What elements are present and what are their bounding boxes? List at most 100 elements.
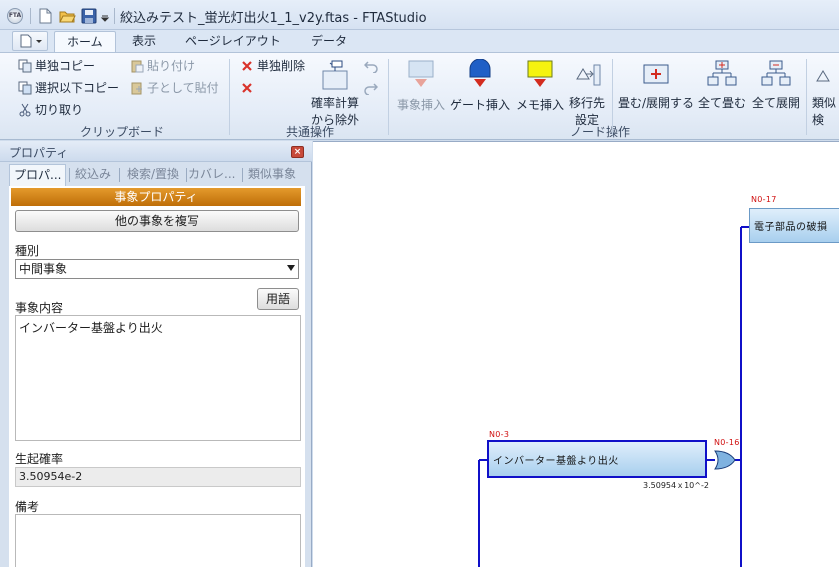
fold-all-button[interactable]: 全て畳む bbox=[696, 59, 748, 111]
glossary-button[interactable]: 用語 bbox=[257, 288, 299, 310]
file-menu-button[interactable] bbox=[12, 31, 48, 51]
qat-separator bbox=[30, 8, 31, 24]
chevron-down-icon bbox=[287, 265, 295, 271]
tab-separator bbox=[242, 168, 243, 182]
exclude-calc-icon bbox=[322, 60, 348, 90]
copy-other-event-button[interactable]: 他の事象を複写 bbox=[15, 210, 299, 232]
set-target-label-1: 移行先 bbox=[568, 96, 605, 110]
insert-event-label: 事象挿入 bbox=[396, 98, 445, 112]
node-id-label: N0-17 bbox=[751, 195, 777, 204]
common-group-label: 共通操作 bbox=[286, 125, 335, 139]
cut-label: 切り取り bbox=[35, 103, 84, 117]
paste-child-icon bbox=[131, 82, 142, 94]
insert-memo-button[interactable]: メモ挿入 bbox=[514, 59, 566, 113]
expand-all-label: 全て展開 bbox=[751, 96, 800, 110]
tab-view[interactable]: 表示 bbox=[120, 31, 168, 52]
insert-event-button[interactable]: 事象挿入 bbox=[396, 59, 446, 113]
file-menu-icon bbox=[20, 34, 42, 48]
fold-expand-icon bbox=[643, 64, 669, 84]
save-icon[interactable] bbox=[80, 7, 98, 25]
paste-icon bbox=[131, 60, 144, 72]
event-probability: 3.50954ｘ10^-2 bbox=[643, 481, 709, 490]
properties-pane: プロパティ × プロパ... 絞込み 検索/置換 カバレ... 類似事象 事象プ… bbox=[0, 141, 312, 567]
exclude-calc-label-1: 確率計算 bbox=[310, 96, 359, 110]
delete-icon bbox=[242, 60, 252, 71]
transfer-target-icon bbox=[576, 64, 601, 86]
tab-filter[interactable]: 絞込み bbox=[71, 164, 115, 186]
fold-expand-button[interactable]: 畳む/展開する bbox=[616, 59, 696, 111]
fold-all-icon bbox=[707, 60, 737, 86]
title-bar: FTA 絞込みテスト_蛍光灯出火1_1_v2y.ftas - FTAStudio bbox=[0, 0, 839, 30]
group-separator bbox=[229, 59, 230, 135]
connector-lines bbox=[478, 226, 749, 567]
insert-event-icon bbox=[408, 60, 434, 87]
similar-events-button[interactable]: 類似 検 bbox=[812, 59, 839, 128]
event-node-label: 電子部品の破損 bbox=[754, 222, 828, 233]
tab-home[interactable]: ホーム bbox=[54, 31, 116, 52]
insert-memo-label: メモ挿入 bbox=[515, 98, 564, 112]
open-folder-icon[interactable] bbox=[58, 7, 76, 25]
tab-search-replace[interactable]: 検索/置換 bbox=[123, 164, 183, 186]
event-node-label: インバーター基盤より出火 bbox=[493, 455, 619, 467]
group-separator bbox=[806, 59, 807, 135]
event-content-field[interactable]: インバーター基盤より出火 bbox=[15, 315, 301, 441]
node-id-label: N0-16 bbox=[714, 438, 740, 447]
properties-tabs: プロパ... 絞込み 検索/置換 カバレ... 類似事象 bbox=[9, 164, 305, 186]
remarks-label: 備考 bbox=[15, 500, 40, 514]
node-group-label: ノード操作 bbox=[570, 125, 631, 139]
event-type-value: 中間事象 bbox=[19, 262, 68, 276]
insert-memo-icon bbox=[527, 60, 553, 87]
close-pane-icon[interactable]: × bbox=[291, 146, 304, 158]
tab-separator bbox=[69, 168, 70, 182]
similar-events-icon bbox=[816, 70, 830, 82]
paste-label: 貼り付け bbox=[147, 59, 196, 73]
copy-tree-icon bbox=[18, 81, 32, 94]
paste-button[interactable]: 貼り付け bbox=[130, 57, 195, 74]
event-properties-body: 事象プロパティ 他の事象を複写 種別 中間事象 用語 事象内容 インバーター基盤… bbox=[9, 186, 305, 567]
probability-label: 生起確率 bbox=[15, 452, 64, 466]
probability-field: 3.50954e-2 bbox=[15, 467, 301, 487]
new-document-icon[interactable] bbox=[36, 7, 54, 25]
event-content-label: 事象内容 bbox=[15, 301, 64, 315]
clipboard-group-label: クリップボード bbox=[80, 125, 165, 139]
event-type-select[interactable]: 中間事象 bbox=[15, 259, 299, 279]
undo-icon[interactable] bbox=[364, 59, 378, 73]
tab-page-layout[interactable]: ページレイアウト bbox=[173, 31, 293, 52]
paste-as-child-label: 子として貼付 bbox=[147, 81, 219, 95]
qat-dropdown-icon[interactable] bbox=[100, 7, 110, 25]
tab-properties[interactable]: プロパ... bbox=[9, 164, 67, 186]
delete-tree-button[interactable] bbox=[240, 81, 254, 95]
expand-all-button[interactable]: 全て展開 bbox=[750, 59, 802, 111]
ribbon-tab-row: ホーム 表示 ページレイアウト データ bbox=[0, 30, 839, 52]
delete-tree-icon bbox=[242, 83, 252, 93]
group-separator bbox=[612, 59, 613, 135]
cut-button[interactable]: 切り取り bbox=[18, 101, 83, 118]
copy-icon bbox=[18, 59, 32, 72]
fold-all-label: 全て畳む bbox=[697, 96, 746, 110]
event-node-selected[interactable]: インバーター基盤より出火 bbox=[487, 440, 707, 478]
insert-gate-label: ゲート挿入 bbox=[450, 98, 511, 112]
single-copy-button[interactable]: 単独コピー bbox=[18, 57, 95, 74]
fold-expand-label: 畳む/展開する bbox=[617, 96, 695, 110]
event-properties-header: 事象プロパティ bbox=[11, 188, 301, 206]
copy-below-button[interactable]: 選択以下コピー bbox=[18, 79, 119, 96]
scissors-icon bbox=[19, 103, 31, 116]
set-target-button[interactable]: 移行先 設定 bbox=[566, 59, 608, 128]
fault-tree-canvas[interactable]: N0-17 電子部品の破損 N0-3 インバーター基盤より出火 3.50954ｘ… bbox=[313, 141, 839, 567]
type-label: 種別 bbox=[15, 244, 40, 258]
properties-pane-header: プロパティ × bbox=[0, 141, 312, 162]
or-gate-icon[interactable] bbox=[713, 449, 737, 471]
paste-as-child-button[interactable]: 子として貼付 bbox=[130, 79, 219, 96]
exclude-from-calc-button[interactable]: 確率計算 から除外 bbox=[308, 59, 362, 128]
event-node[interactable]: 電子部品の破損 bbox=[749, 208, 839, 243]
tab-similar-events[interactable]: 類似事象 bbox=[244, 164, 300, 186]
redo-icon[interactable] bbox=[364, 81, 378, 95]
remarks-field[interactable] bbox=[15, 514, 301, 567]
single-delete-label: 単独削除 bbox=[257, 59, 306, 73]
ribbon-home: 単独コピー 選択以下コピー 切り取り 貼り付け 子として貼付 クリップボード 単… bbox=[0, 52, 839, 140]
qat-separator bbox=[114, 8, 115, 24]
single-delete-button[interactable]: 単独削除 bbox=[240, 57, 305, 74]
tab-coverage[interactable]: カバレ... bbox=[184, 164, 239, 186]
insert-gate-button[interactable]: ゲート挿入 bbox=[450, 58, 511, 113]
tab-data[interactable]: データ bbox=[299, 31, 359, 52]
